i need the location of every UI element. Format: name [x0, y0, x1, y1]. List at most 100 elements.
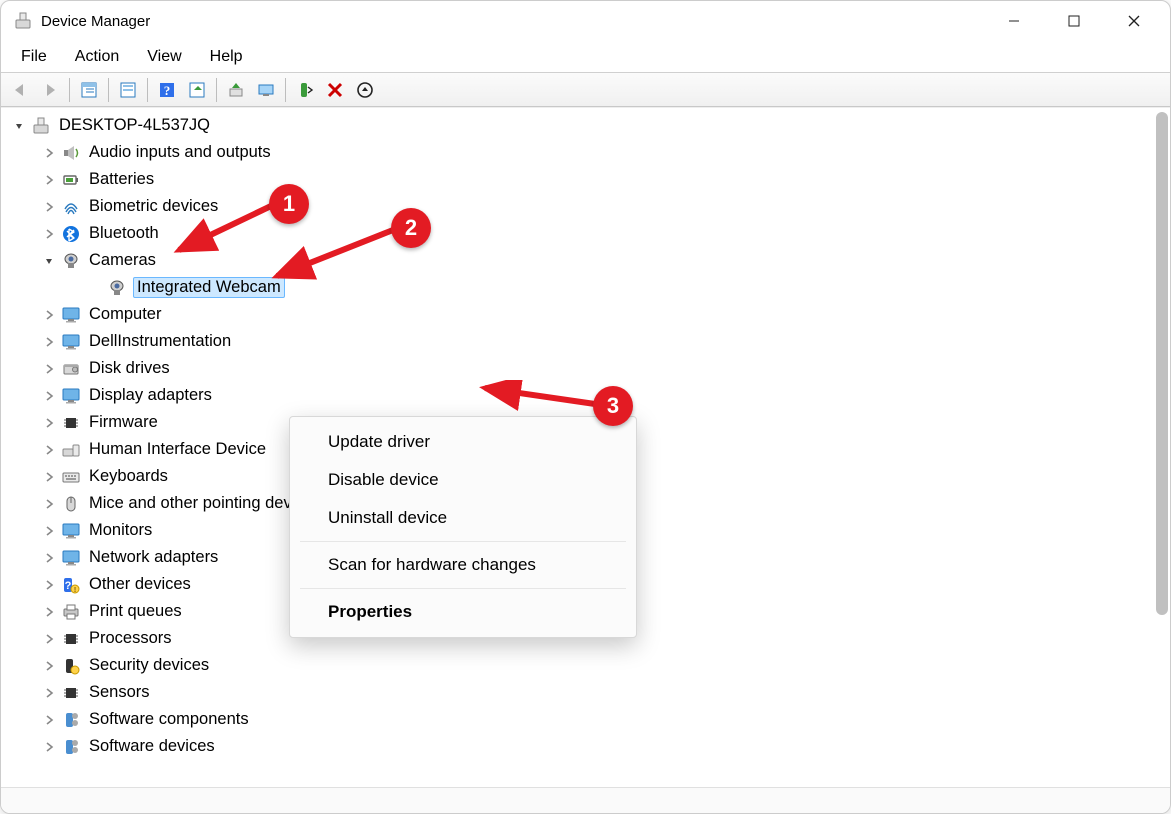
toolbar-update-driver-icon[interactable] — [222, 76, 250, 104]
annotation-badge-1: 1 — [269, 184, 309, 224]
expander-icon[interactable] — [41, 658, 57, 674]
camera-icon — [107, 278, 127, 298]
expander-icon[interactable] — [41, 739, 57, 755]
tree-item-label: Sensors — [87, 682, 152, 703]
fingerprint-icon — [61, 197, 81, 217]
svg-text:!: ! — [74, 587, 76, 594]
toolbar-show-hide-tree-icon[interactable] — [75, 76, 103, 104]
toolbar-separator — [69, 78, 70, 102]
expander-icon[interactable] — [41, 442, 57, 458]
soft-icon — [61, 710, 81, 730]
expander-icon[interactable] — [41, 685, 57, 701]
expander-icon[interactable] — [41, 334, 57, 350]
toolbar-forward-icon[interactable] — [36, 76, 64, 104]
context-menu-disable-device[interactable]: Disable device — [290, 461, 636, 499]
tree-category-audio-inputs-and-outputs[interactable]: Audio inputs and outputs — [9, 139, 1170, 166]
battery-icon — [61, 170, 81, 190]
maximize-button[interactable] — [1044, 1, 1104, 41]
context-menu-update-driver[interactable]: Update driver — [290, 423, 636, 461]
expander-icon[interactable] — [41, 496, 57, 512]
expander-icon[interactable] — [41, 469, 57, 485]
tree-category-dellinstrumentation[interactable]: DellInstrumentation — [9, 328, 1170, 355]
tree-category-software-devices[interactable]: Software devices — [9, 733, 1170, 760]
tree-category-disk-drives[interactable]: Disk drives — [9, 355, 1170, 382]
toolbar-help-icon[interactable]: ? — [153, 76, 181, 104]
scrollbar-thumb[interactable] — [1156, 112, 1168, 615]
expander-icon[interactable] — [41, 307, 57, 323]
expander-icon[interactable] — [41, 361, 57, 377]
annotation-arrow-1 — [171, 196, 281, 258]
tree-item-label: Network adapters — [87, 547, 220, 568]
tree-item-label: Integrated Webcam — [133, 277, 285, 298]
menu-file[interactable]: File — [7, 44, 61, 70]
hid-icon — [61, 440, 81, 460]
tree-category-computer[interactable]: Computer — [9, 301, 1170, 328]
svg-text:?: ? — [65, 580, 72, 592]
expander-icon[interactable] — [41, 415, 57, 431]
expander-icon[interactable] — [41, 604, 57, 620]
expander-icon[interactable] — [41, 712, 57, 728]
expander-icon[interactable] — [41, 388, 57, 404]
tree-item-label: DESKTOP-4L537JQ — [57, 115, 212, 136]
toolbar-disable-device-icon[interactable] — [351, 76, 379, 104]
menu-help[interactable]: Help — [196, 44, 257, 70]
tree-category-sensors[interactable]: Sensors — [9, 679, 1170, 706]
minimize-button[interactable] — [984, 1, 1044, 41]
expander-icon[interactable] — [41, 253, 57, 269]
tree-device-integrated-webcam[interactable]: Integrated Webcam — [9, 274, 1170, 301]
toolbar-properties-icon[interactable] — [114, 76, 142, 104]
chip-icon — [61, 683, 81, 703]
expander-icon[interactable] — [41, 631, 57, 647]
tree-item-label: Processors — [87, 628, 174, 649]
toolbar-uninstall-device-icon[interactable] — [321, 76, 349, 104]
speaker-icon — [61, 143, 81, 163]
menu-action[interactable]: Action — [61, 44, 133, 70]
context-menu-uninstall-device[interactable]: Uninstall device — [290, 499, 636, 537]
tree-item-label: Software components — [87, 709, 251, 730]
tree-root[interactable]: DESKTOP-4L537JQ — [9, 112, 1170, 139]
expander-icon[interactable] — [41, 145, 57, 161]
expander-icon[interactable] — [41, 226, 57, 242]
annotation-badge-3: 3 — [593, 386, 633, 426]
menu-view[interactable]: View — [133, 44, 195, 70]
mouse-icon — [61, 494, 81, 514]
expander-icon[interactable] — [41, 172, 57, 188]
expander-icon[interactable] — [11, 118, 27, 134]
tree-item-label: Security devices — [87, 655, 211, 676]
monitor-icon — [61, 521, 81, 541]
camera-icon — [61, 251, 81, 271]
monitor-icon — [61, 332, 81, 352]
close-button[interactable] — [1104, 1, 1164, 41]
expander-icon[interactable] — [87, 280, 103, 296]
toolbar-scan-hardware-icon[interactable] — [252, 76, 280, 104]
tree-item-label: Keyboards — [87, 466, 170, 487]
app-icon — [13, 11, 33, 31]
expander-icon[interactable] — [41, 199, 57, 215]
expander-icon[interactable] — [41, 550, 57, 566]
toolbar: ? — [1, 73, 1170, 107]
expander-icon[interactable] — [41, 523, 57, 539]
toolbar-separator — [285, 78, 286, 102]
tree-item-label: Print queues — [87, 601, 184, 622]
monitor-icon — [61, 386, 81, 406]
tree-category-software-components[interactable]: Software components — [9, 706, 1170, 733]
svg-text:?: ? — [164, 83, 171, 98]
disk-icon — [61, 359, 81, 379]
tree-category-batteries[interactable]: Batteries — [9, 166, 1170, 193]
tree-item-label: Software devices — [87, 736, 217, 757]
tree-item-label: DellInstrumentation — [87, 331, 233, 352]
tree-category-security-devices[interactable]: Security devices — [9, 652, 1170, 679]
toolbar-enable-device-icon[interactable] — [291, 76, 319, 104]
window-title: Device Manager — [41, 13, 150, 30]
security-icon — [61, 656, 81, 676]
toolbar-actions-icon[interactable] — [183, 76, 211, 104]
tree-item-label: Mice and other pointing devices — [87, 493, 323, 514]
context-menu-scan-hardware[interactable]: Scan for hardware changes — [290, 546, 636, 584]
expander-icon[interactable] — [41, 577, 57, 593]
context-menu-properties[interactable]: Properties — [290, 593, 636, 631]
keyboard-icon — [61, 467, 81, 487]
toolbar-back-icon[interactable] — [6, 76, 34, 104]
soft-icon — [61, 737, 81, 757]
vertical-scrollbar[interactable] — [1156, 112, 1168, 783]
window-frame: Device Manager File Action View Help — [0, 0, 1171, 814]
